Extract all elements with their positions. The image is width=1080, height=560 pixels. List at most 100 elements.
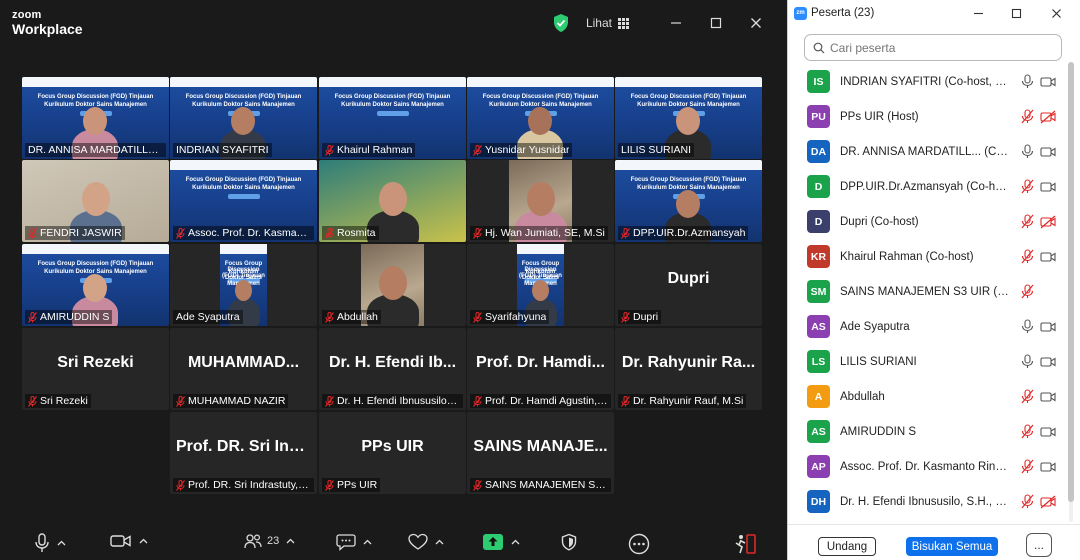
video-tile[interactable]: Focus Group Discussion (FGD) Tinjauan Kur… bbox=[615, 160, 762, 242]
microphone-icon[interactable] bbox=[1021, 74, 1034, 89]
participant-display-name: Prof. Dr. Hamdi... bbox=[476, 354, 605, 371]
view-button[interactable]: Lihat bbox=[586, 16, 629, 30]
participant-row[interactable]: AS AMIRUDDIN S bbox=[788, 414, 1066, 449]
video-camera-icon[interactable] bbox=[1040, 390, 1056, 404]
participant-row[interactable]: AS Ade Syaputra bbox=[788, 309, 1066, 344]
video-tile[interactable]: Focus Group Discussion (FGD) Tinjauan Kur… bbox=[467, 77, 614, 159]
more-button[interactable] bbox=[628, 533, 650, 555]
participant-row[interactable]: KR Khairul Rahman (Co-host) bbox=[788, 239, 1066, 274]
participant-row[interactable]: DA DR. ANNISA MARDATILL... (Co-host) bbox=[788, 134, 1066, 169]
video-tile[interactable]: Focus Group Discussion (FGD) Tinjauan Kur… bbox=[170, 77, 317, 159]
participant-row[interactable]: AP Assoc. Prof. Dr. Kasmanto Rinaldi, ... bbox=[788, 449, 1066, 484]
mic-muted-icon[interactable] bbox=[1021, 389, 1034, 404]
video-tile[interactable]: Dupri Dupri bbox=[615, 244, 762, 326]
video-tile[interactable]: SAINS MANAJE... SAINS MANAJEMEN S3 U... bbox=[467, 412, 614, 494]
reactions-button[interactable] bbox=[408, 533, 444, 551]
video-camera-icon[interactable] bbox=[1040, 320, 1056, 334]
mic-muted-icon[interactable] bbox=[1021, 494, 1034, 509]
video-off-icon[interactable] bbox=[1040, 495, 1056, 509]
microphone-icon[interactable] bbox=[1021, 144, 1034, 159]
video-tile[interactable]: Rosmita bbox=[319, 160, 466, 242]
chat-button[interactable] bbox=[336, 533, 372, 551]
participant-list-scrollbar[interactable] bbox=[1067, 62, 1075, 522]
security-button[interactable] bbox=[560, 533, 578, 551]
video-tile[interactable]: Abdullah bbox=[319, 244, 466, 326]
mic-muted-icon[interactable] bbox=[1021, 459, 1034, 474]
video-tile[interactable]: MUHAMMAD... MUHAMMAD NAZIR bbox=[170, 328, 317, 410]
panel-minimize-button[interactable] bbox=[960, 3, 996, 23]
video-off-icon[interactable] bbox=[1040, 110, 1056, 124]
maximize-button[interactable] bbox=[696, 12, 736, 34]
video-camera-icon[interactable] bbox=[1040, 425, 1056, 439]
video-tile[interactable]: Focus Group Discussion (FGD) Tinjauan Kur… bbox=[615, 77, 762, 159]
video-off-icon[interactable] bbox=[1040, 215, 1056, 229]
mic-muted-icon[interactable] bbox=[1021, 109, 1034, 124]
video-tile[interactable]: Prof. Dr. Hamdi... Prof. Dr. Hamdi Agusti… bbox=[467, 328, 614, 410]
search-input[interactable] bbox=[830, 40, 1050, 55]
mic-muted-icon[interactable] bbox=[1021, 249, 1034, 264]
video-tile[interactable]: FENDRI JASWIR bbox=[22, 160, 169, 242]
participants-button[interactable]: 23 bbox=[244, 533, 295, 549]
chevron-up-icon[interactable] bbox=[139, 538, 148, 544]
mute-all-button[interactable]: Bisukan Semua bbox=[906, 537, 998, 556]
participant-row[interactable]: A Abdullah bbox=[788, 379, 1066, 414]
panel-close-button[interactable] bbox=[1038, 3, 1074, 23]
video-camera-icon[interactable] bbox=[1040, 145, 1056, 159]
video-tile[interactable]: Focus Group Discussion (FGD) Tinjauan Kur… bbox=[319, 77, 466, 159]
meeting-toolbar: 23 bbox=[0, 525, 786, 560]
participant-row[interactable]: IS INDRIAN SYAFITRI (Co-host, saya) bbox=[788, 64, 1066, 99]
chevron-up-icon[interactable] bbox=[511, 539, 520, 545]
participant-name: SAINS MANAJEMEN S3 UIR (Co-host) bbox=[840, 285, 1012, 298]
leave-button[interactable] bbox=[734, 533, 758, 555]
chevron-up-icon[interactable] bbox=[435, 539, 444, 545]
minimize-icon bbox=[973, 12, 983, 14]
video-camera-icon[interactable] bbox=[1040, 75, 1056, 89]
minimize-button[interactable] bbox=[656, 12, 696, 34]
video-camera-icon[interactable] bbox=[1040, 460, 1056, 474]
close-button[interactable] bbox=[736, 12, 776, 34]
video-camera-icon[interactable] bbox=[1040, 180, 1056, 194]
mic-muted-icon[interactable] bbox=[1021, 214, 1034, 229]
share-screen-button[interactable] bbox=[482, 533, 520, 551]
mic-muted-icon[interactable] bbox=[1021, 179, 1034, 194]
video-tile[interactable]: Dr. Rahyunir Ra... Dr. Rahyunir Rauf, M.S… bbox=[615, 328, 762, 410]
avatar: AP bbox=[807, 455, 830, 478]
participant-name-label: Assoc. Prof. Dr. Kasmanto... bbox=[173, 226, 314, 240]
participant-row[interactable]: LS LILIS SURIANI bbox=[788, 344, 1066, 379]
video-tile[interactable]: PPs UIR PPs UIR bbox=[319, 412, 466, 494]
audio-control[interactable] bbox=[34, 533, 66, 553]
mic-muted-icon[interactable] bbox=[1021, 284, 1034, 299]
participant-row[interactable]: SM SAINS MANAJEMEN S3 UIR (Co-host) bbox=[788, 274, 1066, 309]
video-tile[interactable]: Focus Group Discussion (FGD) Tinjauan Kur… bbox=[22, 77, 169, 159]
invite-button[interactable]: Undang bbox=[818, 537, 876, 556]
video-tile[interactable]: Sri Rezeki Sri Rezeki bbox=[22, 328, 169, 410]
video-camera-icon[interactable] bbox=[1040, 355, 1056, 369]
security-shield-icon[interactable] bbox=[550, 12, 572, 34]
participant-row[interactable]: DH Dr. H. Efendi Ibnususilo, S.H., M.H. bbox=[788, 484, 1066, 519]
video-tile[interactable]: Focus Group Discussion (FGD) Tinjauan Kur… bbox=[467, 244, 614, 326]
scrollbar-thumb[interactable] bbox=[1068, 62, 1074, 502]
panel-maximize-button[interactable] bbox=[998, 3, 1034, 23]
video-tile[interactable]: Focus Group Discussion (FGD) Tinjauan Kur… bbox=[22, 244, 169, 326]
chevron-up-icon[interactable] bbox=[286, 538, 295, 544]
microphone-icon[interactable] bbox=[1021, 354, 1034, 369]
participant-row[interactable]: D Dupri (Co-host) bbox=[788, 204, 1066, 239]
video-tile[interactable]: Focus Group Discussion (FGD) Tinjauan Kur… bbox=[170, 160, 317, 242]
mic-muted-icon bbox=[473, 144, 482, 156]
video-tile[interactable]: Focus Group Discussion (FGD) Tinjauan Kur… bbox=[170, 244, 317, 326]
participant-name-label: Ade Syaputra bbox=[173, 310, 243, 324]
participant-row[interactable]: D DPP.UIR.Dr.Azmansyah (Co-host) bbox=[788, 169, 1066, 204]
video-tile[interactable]: Dr. H. Efendi Ib... Dr. H. Efendi Ibnusus… bbox=[319, 328, 466, 410]
participant-row[interactable]: PU PPs UIR (Host) bbox=[788, 99, 1066, 134]
chevron-up-icon[interactable] bbox=[363, 539, 372, 545]
microphone-icon[interactable] bbox=[1021, 319, 1034, 334]
video-camera-icon[interactable] bbox=[1040, 250, 1056, 264]
video-tile[interactable]: Prof. DR. Sri Ind... Prof. DR. Sri Indras… bbox=[170, 412, 317, 494]
video-tile[interactable]: Hj. Wan Jumiati, SE, M.Si bbox=[467, 160, 614, 242]
chevron-up-icon[interactable] bbox=[57, 540, 66, 546]
participant-name-label: Syarifahyuna bbox=[470, 310, 550, 324]
video-control[interactable] bbox=[110, 533, 148, 549]
search-box[interactable] bbox=[804, 34, 1062, 61]
mic-muted-icon[interactable] bbox=[1021, 424, 1034, 439]
more-options-button[interactable]: ... bbox=[1026, 533, 1052, 557]
